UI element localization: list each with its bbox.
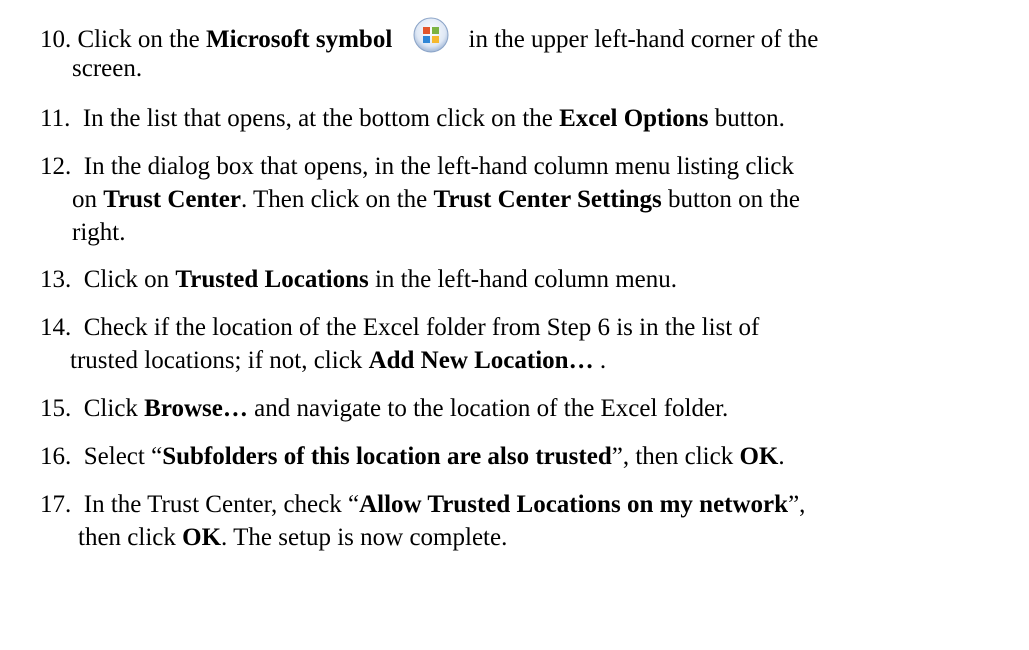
step-bold: Trust Center xyxy=(103,186,241,213)
step-15: 15. Click Browse… and navigate to the lo… xyxy=(40,392,728,425)
step-bold: Trust Center Settings xyxy=(433,186,662,213)
step-text: in the left-hand column menu. xyxy=(368,266,677,293)
step-text: Check if the location of the Excel folde… xyxy=(83,314,760,341)
step-13: 13. Click on Trusted Locations in the le… xyxy=(40,263,677,296)
step-text: ”, then click xyxy=(611,443,740,470)
step-number: 17. xyxy=(40,491,72,518)
step-number: 16. xyxy=(40,443,72,470)
step-text: then click xyxy=(78,524,183,551)
step-bold: Add New Location… xyxy=(368,347,594,374)
step-text: button. xyxy=(708,105,785,132)
step-bold: OK xyxy=(182,524,222,551)
step-text: Select “ xyxy=(83,443,163,470)
step-text: trusted locations; if not, click xyxy=(70,347,369,374)
step-text: . xyxy=(778,443,785,470)
step-11: 11. In the list that opens, at the botto… xyxy=(40,102,785,135)
instructions-page: { "steps": [ { "number": "10.", "parts":… xyxy=(0,0,1029,650)
step-12-cont2: right. xyxy=(72,216,125,249)
step-text: on xyxy=(72,186,104,213)
step-12: 12. In the dialog box that opens, in the… xyxy=(40,150,794,183)
step-14: 14. Check if the location of the Excel f… xyxy=(40,311,759,344)
step-bold: Browse… xyxy=(144,395,248,422)
step-text: . Then click on the xyxy=(240,186,434,213)
step-bold: Allow Trusted Locations on my network xyxy=(359,491,789,518)
step-bold: OK xyxy=(739,443,779,470)
step-text: In the Trust Center, check “ xyxy=(83,491,360,518)
step-text: . xyxy=(593,347,607,374)
step-text: ”, xyxy=(788,491,806,518)
step-text: button on the xyxy=(661,186,800,213)
step-10-cont: screen. xyxy=(72,52,142,85)
step-bold: Microsoft symbol xyxy=(205,26,393,53)
step-14-cont: trusted locations; if not, click Add New… xyxy=(70,344,606,377)
step-number: 10. xyxy=(40,26,72,53)
step-12-cont: on Trust Center. Then click on the Trust… xyxy=(72,183,800,216)
step-bold: Subfolders of this location are also tru… xyxy=(162,443,612,470)
step-text: Click on xyxy=(83,266,176,293)
step-number: 15. xyxy=(40,395,72,422)
step-text: Click xyxy=(83,395,145,422)
step-17-cont: then click OK. The setup is now complete… xyxy=(78,521,507,554)
step-text: In the dialog box that opens, in the lef… xyxy=(83,153,795,180)
step-text: In the list that opens, at the bottom cl… xyxy=(82,105,560,132)
step-text: Click on the xyxy=(77,26,206,53)
step-text: and navigate to the location of the Exce… xyxy=(247,395,729,422)
step-number: 11. xyxy=(40,105,71,132)
step-17: 17. In the Trust Center, check “Allow Tr… xyxy=(40,488,805,521)
step-number: 12. xyxy=(40,153,72,180)
step-bold: Excel Options xyxy=(559,105,709,132)
step-text: in the upper left-hand corner of the xyxy=(468,26,819,53)
step-bold: Trusted Locations xyxy=(175,266,369,293)
step-10: 10. Click on the Microsoft symbol in the… xyxy=(40,17,818,56)
step-text: right. xyxy=(72,219,126,246)
step-text: screen. xyxy=(72,55,143,82)
step-16: 16. Select “Subfolders of this location … xyxy=(40,440,785,473)
step-number: 14. xyxy=(40,314,72,341)
step-text: . The setup is now complete. xyxy=(221,524,508,551)
step-number: 13. xyxy=(40,266,72,293)
office-button-icon xyxy=(413,17,449,53)
